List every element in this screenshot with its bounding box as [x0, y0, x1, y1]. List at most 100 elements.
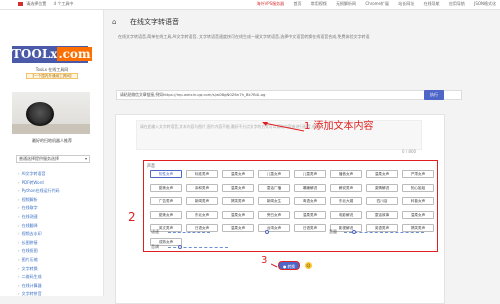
top-link[interactable]: 首页	[293, 1, 301, 6]
speed-slider-track[interactable]	[168, 232, 210, 234]
page-title: 在线文字转语音	[130, 18, 179, 26]
volume-slider-knob[interactable]	[351, 230, 356, 234]
chevron-down-icon: ▾	[84, 156, 87, 161]
sidebar-item[interactable]: › 文字转换	[18, 265, 59, 274]
voice-option[interactable]: 温柔女声	[222, 183, 254, 192]
sidebar-item[interactable]: › 二维码生成	[18, 273, 59, 282]
page-intro: 在线文字转语音,简单在线工具,AI文字转语音, 文字转语音速度快可在线生成一键文…	[118, 34, 370, 39]
voice-option[interactable]: 台湾女声	[258, 224, 290, 232]
convert-button[interactable]: ● 转换	[278, 261, 300, 270]
volume-slider-track[interactable]	[344, 232, 424, 234]
voice-option[interactable]: 四川话	[366, 197, 398, 205]
pitch-slider-track[interactable]	[168, 247, 228, 249]
sidebar-item[interactable]: › 在线取字	[18, 204, 59, 213]
top-link[interactable]: 常用视频	[311, 1, 327, 6]
voice-option[interactable]: 亲和男声	[186, 183, 218, 192]
voice-option[interactable]: 标准男声	[186, 170, 218, 178]
main-content: ⌂ 在线文字转语音 在线文字转语音,简单在线工具,AI文字转语音, 文字转语音速…	[104, 10, 500, 304]
sidebar-item[interactable]: › 在线抠图	[18, 247, 59, 256]
ad-caption[interactable]: 最好的扫地机器人推荐	[0, 138, 104, 144]
voice-option[interactable]: 解说男声	[330, 183, 362, 192]
voice-option[interactable]: 温柔女声	[222, 210, 254, 219]
voice-option[interactable]: 温柔女声	[222, 170, 254, 178]
flag-icon	[18, 2, 23, 6]
voice-option[interactable]: 东北女声	[186, 210, 218, 219]
top-links: 海外VPS服务器 首页 常用视频 无损解析网 Chrome扩展 站长网址 在线导…	[249, 1, 497, 7]
speed-slider-knob[interactable]	[265, 230, 269, 234]
voice-option[interactable]: 英语男声	[366, 224, 398, 232]
voice-option[interactable]: 温柔女声	[366, 170, 398, 178]
sidebar-item[interactable]: › 在线测速	[18, 213, 59, 222]
char-counter: 0 / 800	[402, 149, 417, 154]
pitch-slider-knob[interactable]	[178, 245, 182, 249]
voice-option[interactable]: 搞笑男声	[222, 197, 254, 205]
tool-count: 4 个工具中	[53, 1, 74, 6]
voice-option[interactable]: 电影解说	[330, 210, 362, 219]
home-icon[interactable]: ⌂	[112, 18, 116, 26]
sidebar: TOOLx.com TooLx 在线工具网 【一个国内外通用工具网】 最好的扫地…	[0, 10, 104, 296]
voice-option[interactable]: 儿童女声	[258, 170, 290, 178]
top-bar: 请选择位置 4 个工具中 海外VPS服务器 首页 常用视频 无损解析网 Chro…	[0, 0, 500, 10]
top-link[interactable]: 海外VPS服务器	[257, 1, 285, 6]
url-execute-button[interactable]: 执行	[424, 90, 444, 100]
smile-icon[interactable]: ☺	[305, 262, 312, 269]
url-input[interactable]: 请粘贴微信文章链接,例如https://mp.weixin.qq.com/s/w…	[116, 90, 462, 100]
voice-option[interactable]: 儿童男声	[294, 170, 326, 178]
voice-option[interactable]: 温柔女声	[222, 224, 254, 232]
top-link[interactable]: 应用导航	[449, 1, 465, 6]
site-logo[interactable]: TOOLx.com	[12, 46, 92, 63]
voice-option[interactable]: 知心姐姐	[402, 183, 434, 192]
sidebar-item[interactable]: › AI文字转语音	[18, 170, 59, 179]
voice-option[interactable]: 日语女声	[186, 224, 218, 232]
volume-label: 音量	[329, 229, 337, 234]
voice-option[interactable]: 温柔女声	[402, 210, 434, 219]
voice-option[interactable]: 童话广播	[258, 183, 290, 192]
voice-option[interactable]: 甜美女声	[150, 183, 182, 192]
voice-option[interactable]: 知性女声	[150, 170, 182, 178]
voice-option[interactable]: 科普女声	[402, 197, 434, 205]
annotation-2: 2	[128, 210, 136, 224]
sidebar-item[interactable]: › 在线翻译	[18, 222, 59, 231]
voice-option[interactable]: 新闻女生	[258, 197, 290, 205]
voice-option[interactable]: 甜美女声	[150, 210, 182, 219]
voice-option[interactable]: 粤语女声	[294, 197, 326, 205]
voice-option[interactable]: 温柔男声	[294, 210, 326, 219]
top-left: 请选择位置 4 个工具中	[18, 1, 73, 7]
ad-image[interactable]	[12, 92, 90, 134]
sidebar-item[interactable]: › 视频解析	[18, 196, 59, 205]
voice-option[interactable]: 日语男声	[294, 224, 326, 232]
voice-option[interactable]: 新闻男声	[186, 197, 218, 205]
voice-label: 声音	[147, 163, 155, 168]
voice-option[interactable]: 东北大嫂	[330, 197, 362, 205]
sidebar-item[interactable]: › 视频去水印	[18, 230, 59, 239]
annotation-1: 1 添加文本内容	[304, 121, 374, 132]
voice-option[interactable]: 广告男声	[150, 197, 182, 205]
location-select[interactable]: 请选择位置	[26, 1, 46, 7]
sidebar-item[interactable]: › 在线计算器	[18, 282, 59, 291]
voice-option[interactable]: 暴躁解说	[294, 183, 326, 192]
site-tag: 【一个国内外通用工具网】	[26, 73, 78, 79]
category-select[interactable]: 普通选择提供服务选择 ▾	[16, 155, 90, 163]
voice-option[interactable]: 旁白女声	[258, 210, 290, 219]
sidebar-item[interactable]: › 长图拼接	[18, 239, 59, 248]
voice-option[interactable]: 搞笑男声	[402, 224, 434, 232]
sidebar-nav: › AI文字转语音 › PDF转Word › Python在线运行代码 › 视频解析 ›…	[18, 170, 59, 299]
sidebar-item[interactable]: › Python在线运行代码	[18, 187, 59, 196]
top-link[interactable]: 站长网址	[398, 1, 414, 6]
voice-grid: 知性女声 标准男声 温柔女声 儿童女声 儿童男声 播音女声 温柔女声 严肃女声 甜美女声 亲和男声…	[150, 170, 435, 248]
annotation-3: 3	[261, 255, 268, 266]
top-link[interactable]: 无损解析网	[336, 1, 356, 6]
voice-option[interactable]: 童话故事	[366, 210, 398, 219]
top-link[interactable]: 在线导航	[424, 1, 440, 6]
sidebar-item[interactable]: › PDF转Word	[18, 179, 59, 188]
voice-option[interactable]: 激情解说	[366, 183, 398, 192]
top-link[interactable]: JSON格式化	[474, 1, 496, 6]
robot-vacuum-image	[26, 102, 54, 126]
voice-option[interactable]: 播音女声	[330, 170, 362, 178]
speed-label: 语速	[151, 229, 159, 234]
sidebar-item[interactable]: › 图片压缩	[18, 256, 59, 265]
top-link[interactable]: Chrome扩展	[365, 1, 389, 6]
voice-option[interactable]: 严肃女声	[402, 170, 434, 178]
annotation-arrow-1	[262, 122, 305, 132]
sidebar-item[interactable]: › 文字转拼音	[18, 290, 59, 299]
